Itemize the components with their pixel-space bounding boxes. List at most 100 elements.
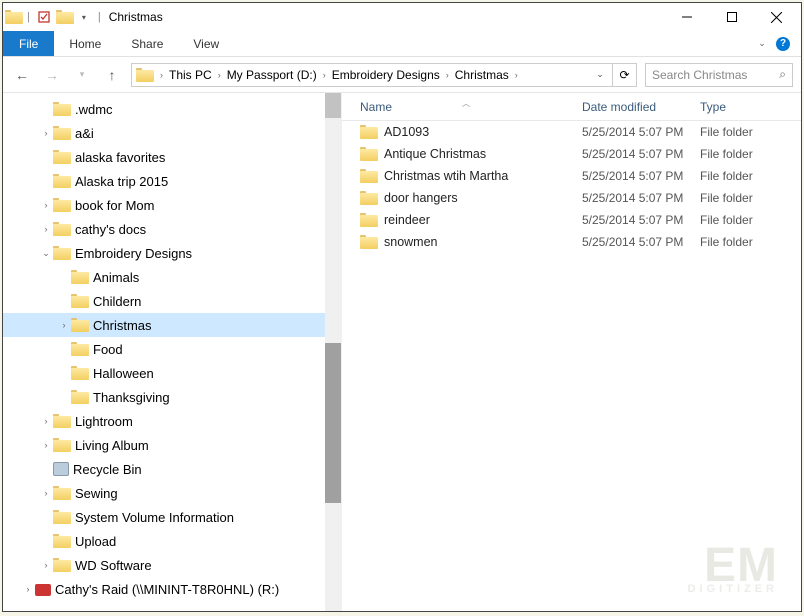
- tree-item-label: book for Mom: [75, 198, 154, 213]
- folder-icon: [53, 486, 71, 500]
- maximize-button[interactable]: [709, 3, 754, 31]
- chevron-right-icon[interactable]: ›: [321, 70, 328, 80]
- tree-item[interactable]: ›Cathy's Raid (\\MININT-T8R0HNL) (R:): [3, 577, 341, 601]
- breadcrumb[interactable]: Embroidery Designs: [330, 68, 442, 82]
- tree-item-label: a&i: [75, 126, 94, 141]
- list-item[interactable]: AD10935/25/2014 5:07 PMFile folder: [342, 121, 801, 143]
- up-button[interactable]: ↑: [101, 64, 123, 86]
- chevron-right-icon[interactable]: ›: [39, 416, 53, 426]
- tree-item[interactable]: ›Upload: [3, 529, 341, 553]
- chevron-right-icon[interactable]: ›: [444, 70, 451, 80]
- breadcrumb[interactable]: My Passport (D:): [225, 68, 319, 82]
- tree-item[interactable]: ›Halloween: [3, 361, 341, 385]
- tree-item[interactable]: › Christmas: [3, 313, 341, 337]
- tree-item-label: Food: [93, 342, 123, 357]
- properties-icon[interactable]: [36, 9, 52, 25]
- tree-item[interactable]: ›Thanksgiving: [3, 385, 341, 409]
- tree-item[interactable]: › a&i: [3, 121, 341, 145]
- tree-item[interactable]: ›WD Software: [3, 553, 341, 577]
- navigation-tree[interactable]: ›.wdmc › a&i ›alaska favorites›Alaska trip …: [3, 93, 341, 611]
- chevron-right-icon[interactable]: ›: [216, 70, 223, 80]
- tree-item[interactable]: ›Recycle Bin: [3, 457, 341, 481]
- tab-share[interactable]: Share: [116, 31, 178, 56]
- folder-icon[interactable]: [56, 9, 72, 25]
- tree-item-label: Recycle Bin: [73, 462, 142, 477]
- chevron-right-icon[interactable]: ›: [39, 128, 53, 138]
- file-list[interactable]: AD10935/25/2014 5:07 PMFile folderAntiqu…: [342, 121, 801, 611]
- column-header-type[interactable]: Type: [700, 100, 801, 114]
- address-dropdown-icon[interactable]: ⌄: [592, 69, 608, 80]
- column-header-name[interactable]: Name︿: [342, 100, 582, 114]
- chevron-right-icon[interactable]: ›: [513, 70, 520, 80]
- chevron-right-icon[interactable]: ›: [39, 440, 53, 450]
- chevron-right-icon[interactable]: ›: [39, 200, 53, 210]
- tree-item[interactable]: › Living Album: [3, 433, 341, 457]
- scrollbar-thumb[interactable]: [325, 343, 341, 503]
- recent-locations-icon[interactable]: ▾: [71, 64, 93, 86]
- list-item[interactable]: door hangers5/25/2014 5:07 PMFile folder: [342, 187, 801, 209]
- tab-view[interactable]: View: [178, 31, 234, 56]
- chevron-right-icon[interactable]: ›: [39, 224, 53, 234]
- tree-item[interactable]: ⌄ Embroidery Designs: [3, 241, 341, 265]
- help-button[interactable]: ?: [773, 31, 793, 56]
- chevron-right-icon[interactable]: ›: [57, 320, 71, 330]
- search-input[interactable]: Search Christmas ⌕: [645, 63, 793, 87]
- tree-item-label: Embroidery Designs: [75, 246, 192, 261]
- search-placeholder: Search Christmas: [652, 68, 747, 82]
- folder-icon: [53, 222, 71, 236]
- chevron-right-icon[interactable]: ›: [39, 560, 53, 570]
- folder-icon: [71, 366, 89, 380]
- folder-icon: [53, 438, 71, 452]
- folder-icon: [53, 126, 71, 140]
- tree-item[interactable]: ›System Volume Information: [3, 505, 341, 529]
- tree-item[interactable]: ›.wdmc: [3, 97, 341, 121]
- folder-icon: [71, 318, 89, 332]
- tree-item-label: Living Album: [75, 438, 149, 453]
- tree-item[interactable]: ›alaska favorites: [3, 145, 341, 169]
- tree-item[interactable]: ›Alaska trip 2015: [3, 169, 341, 193]
- chevron-right-icon[interactable]: ›: [39, 488, 53, 498]
- scrollbar-up-region[interactable]: [325, 93, 341, 118]
- tree-item[interactable]: ›cathy's docs: [3, 217, 341, 241]
- tree-item[interactable]: ›Lightroom: [3, 409, 341, 433]
- breadcrumb[interactable]: This PC: [167, 68, 214, 82]
- tree-item[interactable]: ›Animals: [3, 265, 341, 289]
- file-name: snowmen: [384, 235, 438, 249]
- list-item[interactable]: Antique Christmas5/25/2014 5:07 PMFile f…: [342, 143, 801, 165]
- tab-home[interactable]: Home: [54, 31, 116, 56]
- tree-item[interactable]: › book for Mom: [3, 193, 341, 217]
- chevron-right-icon[interactable]: ›: [21, 584, 35, 594]
- tree-item[interactable]: ›Food: [3, 337, 341, 361]
- content-pane: Name︿ Date modified Type AD10935/25/2014…: [341, 93, 801, 611]
- file-type: File folder: [700, 147, 801, 161]
- list-item[interactable]: reindeer5/25/2014 5:07 PMFile folder: [342, 209, 801, 231]
- qat-dropdown-icon[interactable]: ▾: [76, 9, 92, 25]
- folder-icon: [360, 213, 378, 227]
- folder-icon: [53, 534, 71, 548]
- file-type: File folder: [700, 169, 801, 183]
- column-header-date[interactable]: Date modified: [582, 100, 700, 114]
- file-date: 5/25/2014 5:07 PM: [582, 191, 700, 205]
- folder-icon: [360, 169, 378, 183]
- list-item[interactable]: snowmen5/25/2014 5:07 PMFile folder: [342, 231, 801, 253]
- close-button[interactable]: [754, 3, 799, 31]
- refresh-button[interactable]: ⟳: [613, 63, 637, 87]
- chevron-down-icon[interactable]: ⌄: [39, 248, 53, 259]
- expand-ribbon-icon[interactable]: ⌄: [755, 31, 769, 56]
- search-icon: ⌕: [779, 67, 786, 82]
- tree-item[interactable]: ›Childern: [3, 289, 341, 313]
- sort-asc-icon: ︿: [462, 98, 470, 109]
- network-drive-icon: [35, 584, 51, 596]
- list-item[interactable]: Christmas wtih Martha5/25/2014 5:07 PMFi…: [342, 165, 801, 187]
- tree-item[interactable]: ›Sewing: [3, 481, 341, 505]
- tree-item-label: Christmas: [93, 318, 152, 333]
- back-button[interactable]: ←: [11, 64, 33, 86]
- forward-button[interactable]: →: [41, 64, 63, 86]
- folder-icon: [360, 235, 378, 249]
- file-tab[interactable]: File: [3, 31, 54, 56]
- minimize-button[interactable]: [664, 3, 709, 31]
- address-bar[interactable]: › This PC › My Passport (D:) › Embroider…: [131, 63, 613, 87]
- recycle-bin-icon: [53, 462, 69, 476]
- breadcrumb[interactable]: Christmas: [453, 68, 511, 82]
- chevron-right-icon[interactable]: ›: [158, 70, 165, 80]
